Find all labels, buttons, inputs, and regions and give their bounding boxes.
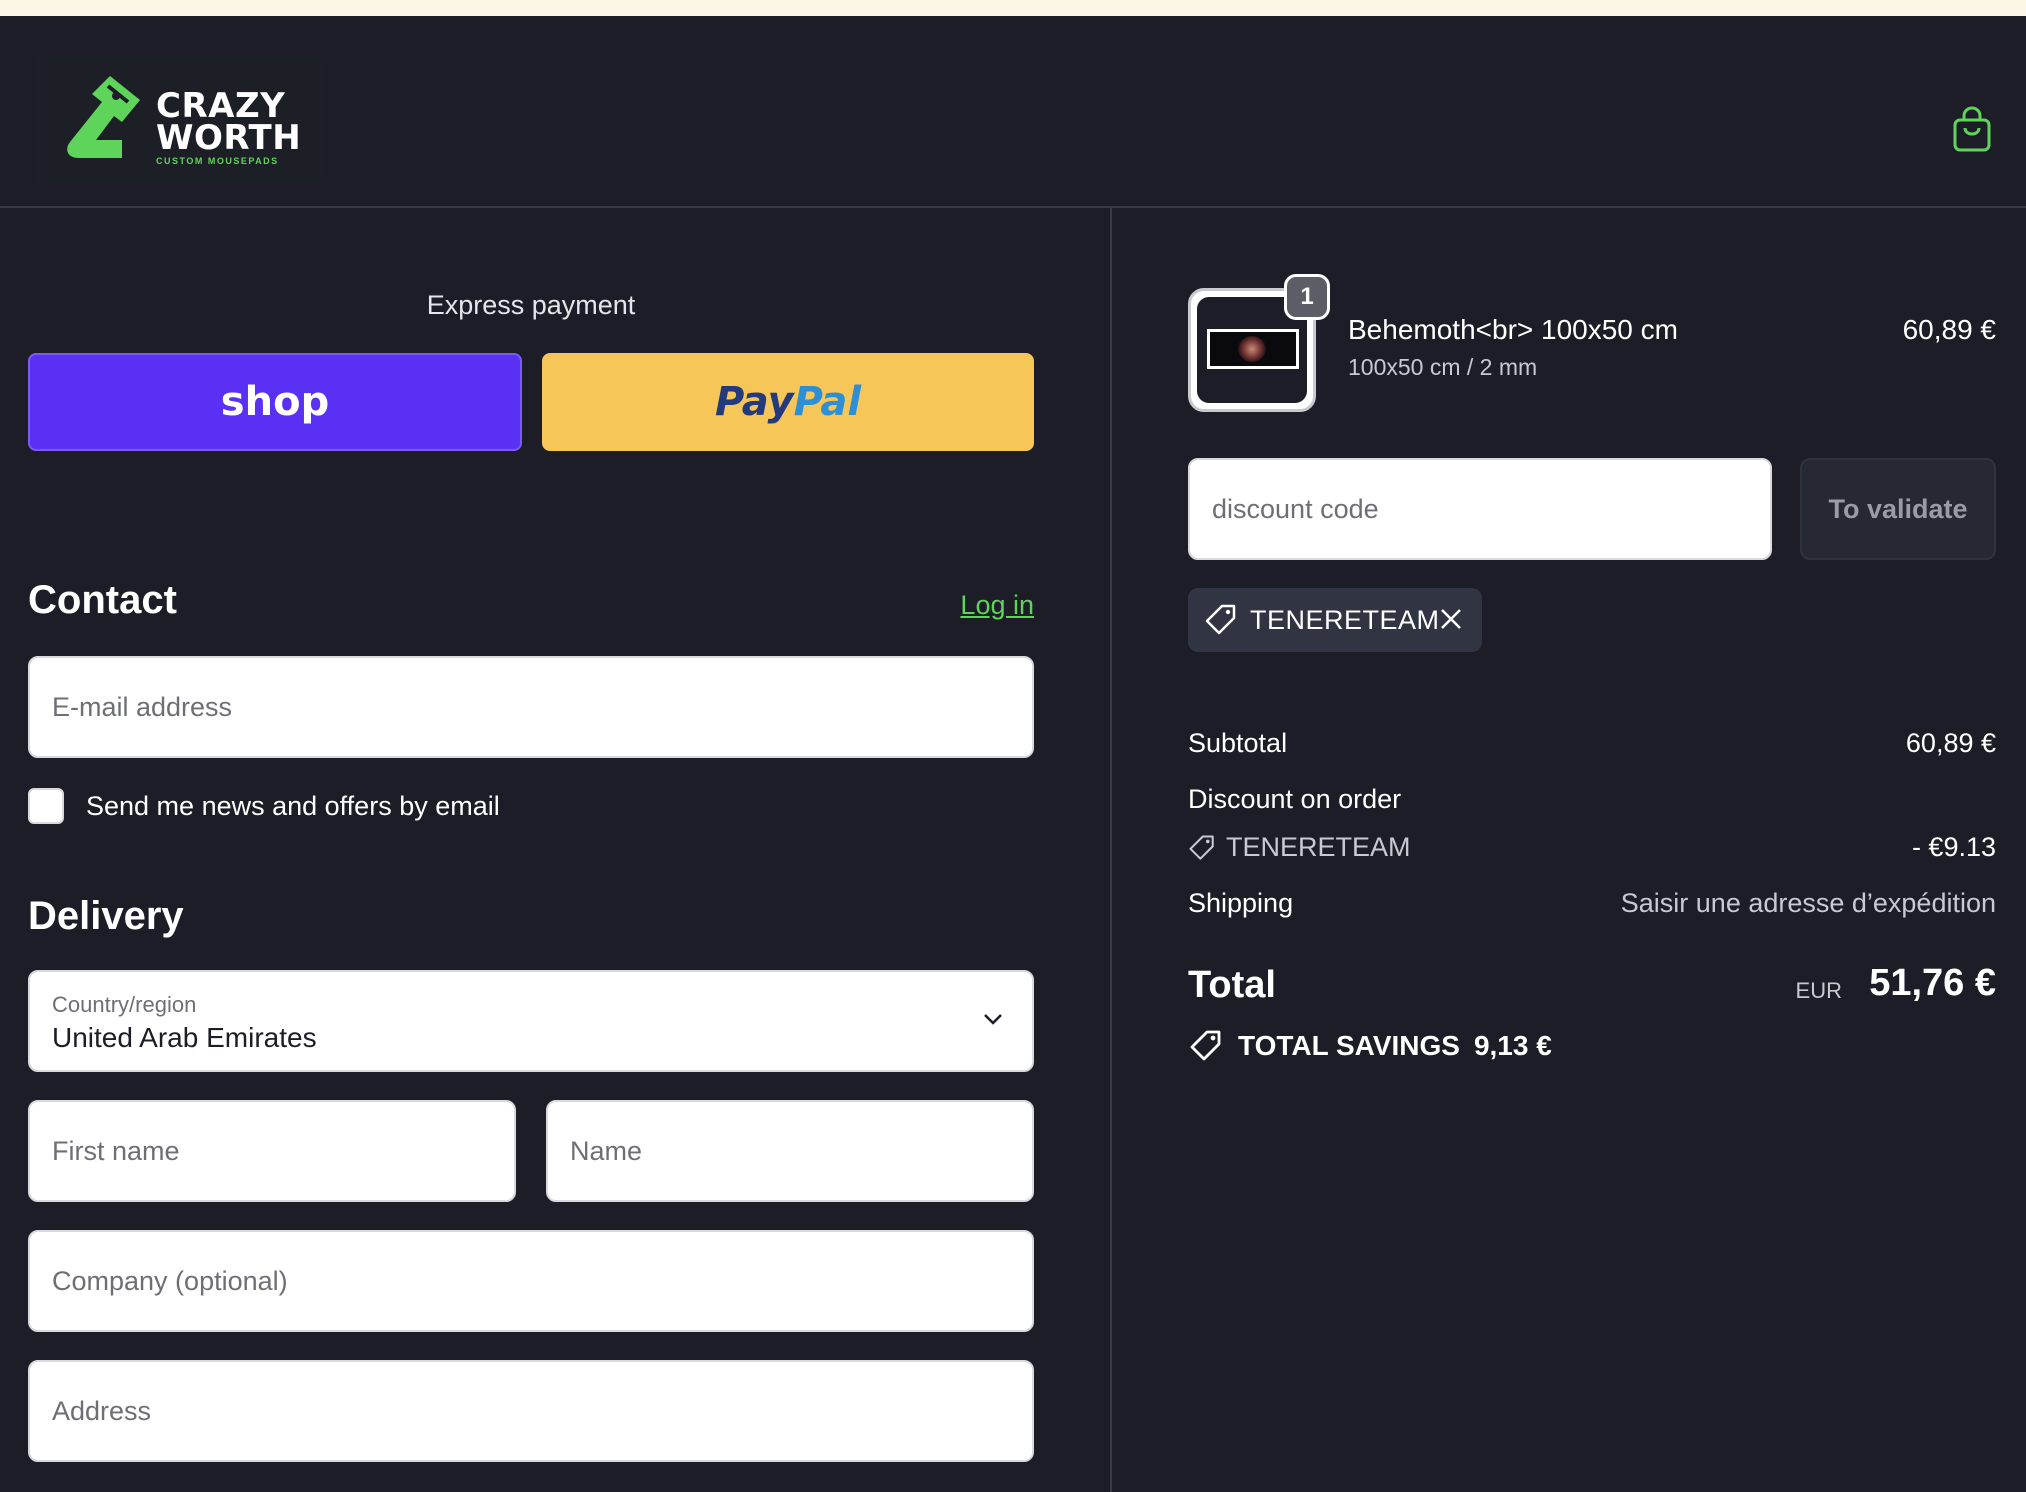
shopping-bag-icon[interactable] (1952, 106, 1992, 152)
tag-icon (1189, 834, 1214, 860)
product-variant: 100x50 cm / 2 mm (1348, 354, 1538, 380)
express-payment-label: Express payment (426, 290, 636, 320)
quantity-badge: 1 (1284, 274, 1330, 320)
shop-pay-button[interactable]: shop (28, 353, 522, 451)
address-input[interactable] (30, 1362, 1032, 1460)
first-name-field[interactable] (28, 1100, 516, 1202)
column-divider (1110, 208, 1112, 1492)
subtotal-row: Subtotal 60,89 € (1188, 728, 1996, 759)
contact-title: Contact (28, 578, 177, 622)
discount-input[interactable] (1190, 460, 1770, 558)
discount-label: Discount on order (1188, 784, 1402, 814)
email-field[interactable] (28, 656, 1034, 758)
email-input[interactable] (30, 658, 1032, 756)
brand-logo[interactable]: CRAZY WORTH CUSTOM MOUSEPADS (36, 56, 322, 184)
shop-pay-label: shop (220, 379, 330, 425)
subtotal-value: 60,89 € (1905, 728, 1996, 758)
product-price: 60,89 € (1902, 314, 1996, 345)
company-field[interactable] (28, 1230, 1034, 1332)
discount-code-row: TENERETEAM - €9.13 (1188, 832, 1996, 869)
delivery-title: Delivery (28, 894, 184, 938)
country-value: United Arab Emirates (52, 1022, 317, 1053)
paypal-button[interactable]: Pay Pal (542, 353, 1034, 451)
shipping-value: Saisir une adresse d’expédition (1620, 888, 1996, 918)
country-select[interactable]: Country/region United Arab Emirates (28, 970, 1034, 1072)
paypal-label-part2: Pal (793, 379, 862, 425)
last-name-input[interactable] (548, 1102, 1032, 1200)
mousepad-art (1238, 336, 1266, 362)
savings-tag-icon (1190, 1030, 1221, 1061)
login-link[interactable]: Log in (960, 590, 1034, 621)
total-currency: EUR (1795, 978, 1842, 1003)
first-name-input[interactable] (30, 1102, 514, 1200)
site-header: CRAZY WORTH CUSTOM MOUSEPADS (0, 16, 2026, 208)
savings-value: 9,13 € (1473, 1030, 1552, 1061)
mousepad-image (1207, 329, 1299, 369)
discount-code-label: TENERETEAM (1226, 832, 1411, 862)
company-input[interactable] (30, 1232, 1032, 1330)
newsletter-checkbox[interactable] (28, 788, 64, 824)
country-label: Country/region (52, 992, 197, 1017)
total-savings: TOTAL SAVINGS 9,13 € (1188, 1028, 1552, 1064)
shipping-row: Shipping Saisir une adresse d’expédition (1188, 888, 1996, 919)
total-label: Total (1188, 964, 1276, 1006)
tag-icon (1205, 604, 1236, 635)
savings-label: TOTAL SAVINGS (1238, 1030, 1460, 1061)
newsletter-label: Send me news and offers by email (86, 790, 500, 821)
chevron-down-icon (984, 1014, 1002, 1025)
address-field[interactable] (28, 1360, 1034, 1462)
discount-value: - €9.13 (1911, 832, 1996, 862)
applied-discount-code: TENERETEAM (1250, 604, 1440, 635)
total-value: 51,76 € (1869, 962, 1996, 1004)
mouse-logo-icon (67, 76, 140, 158)
product-title: Behemoth<br> 100x50 cm (1348, 314, 1678, 345)
brand-name-line2: WORTH (156, 118, 302, 158)
shipping-label: Shipping (1188, 888, 1294, 918)
subtotal-label: Subtotal (1188, 728, 1288, 758)
top-strip (0, 0, 2026, 16)
discount-code-wrapper: TENERETEAM (1188, 832, 1411, 863)
applied-discount-chip: TENERETEAM (1188, 588, 1482, 652)
newsletter-row: Send me news and offers by email (28, 786, 500, 826)
brand-name: CRAZY WORTH (156, 89, 302, 158)
paypal-label-part1: Pay (714, 379, 794, 425)
validate-button[interactable]: To validate (1800, 458, 1996, 560)
discount-field[interactable] (1188, 458, 1772, 560)
brand-tagline: CUSTOM MOUSEPADS (156, 156, 279, 166)
last-name-field[interactable] (546, 1100, 1034, 1202)
remove-discount-icon[interactable] (1438, 606, 1464, 632)
discount-row: Discount on order (1188, 784, 1996, 815)
